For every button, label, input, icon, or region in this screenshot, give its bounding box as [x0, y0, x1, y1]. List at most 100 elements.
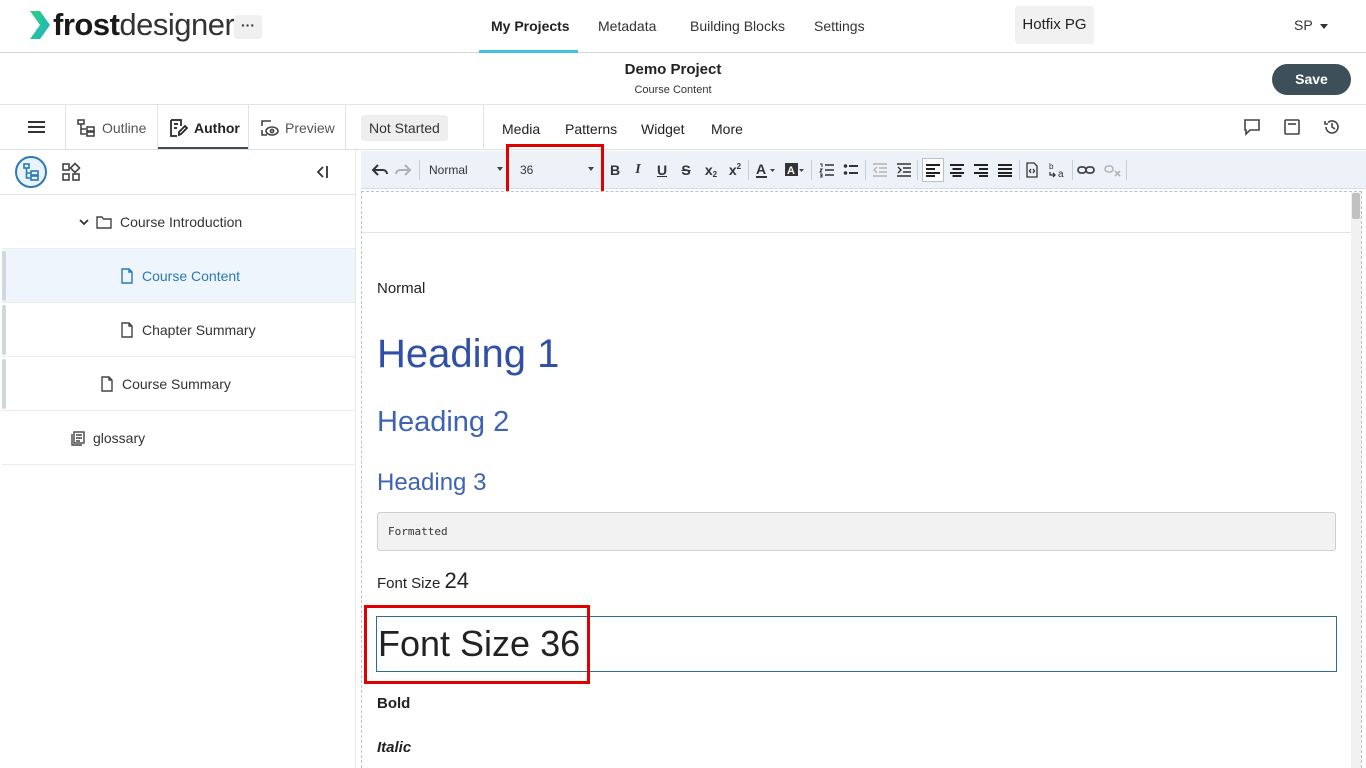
nav-my-projects[interactable]: My Projects	[479, 0, 582, 52]
preview-eye-icon	[261, 119, 279, 136]
background-color-button[interactable]: A	[783, 151, 807, 189]
redo-icon[interactable]	[394, 162, 412, 178]
caret-down-icon	[497, 167, 503, 171]
outdent-icon[interactable]	[872, 162, 888, 178]
collapse-sidebar-icon[interactable]	[314, 164, 330, 180]
formatted-block[interactable]: Formatted	[377, 512, 1336, 551]
tree-item-course-summary[interactable]: Course Summary	[2, 357, 355, 411]
svg-text:b: b	[1049, 162, 1054, 171]
heading-3[interactable]: Heading 3	[377, 468, 486, 498]
underline-button[interactable]: U	[654, 151, 670, 189]
tab-preview[interactable]: Preview	[259, 105, 335, 150]
align-justify-icon[interactable]	[998, 163, 1012, 177]
outline-sidebar: Course Introduction Course Content Chapt…	[0, 150, 356, 768]
tree-item-course-introduction[interactable]: Course Introduction	[2, 195, 355, 249]
font-size-24-value: 24	[444, 568, 470, 593]
nav-metadata[interactable]: Metadata	[586, 0, 668, 52]
align-center-icon[interactable]	[950, 163, 964, 177]
tab-author-label: Author	[194, 119, 240, 136]
sidebar-toolbar	[0, 150, 356, 195]
tab-preview-label: Preview	[285, 119, 335, 136]
heading-1[interactable]: Heading 1	[377, 330, 559, 378]
nav-building-blocks[interactable]: Building Blocks	[678, 0, 797, 52]
align-left-icon	[926, 164, 940, 177]
logo-text-bold: frost	[53, 7, 120, 42]
text-color-icon: A	[756, 161, 775, 178]
strikethrough-button[interactable]: S	[678, 151, 694, 189]
menu-media[interactable]: Media	[502, 121, 540, 137]
status-badge[interactable]: Not Started	[361, 115, 448, 141]
frost-designer-logo[interactable]: frostdesigner	[28, 7, 235, 42]
tree-item-glossary[interactable]: glossary	[2, 411, 355, 465]
paragraph-format-select[interactable]: Normal	[429, 159, 505, 181]
menu-widget[interactable]: Widget	[641, 121, 685, 137]
heading-2[interactable]: Heading 2	[377, 405, 509, 439]
editor-scroll-thumb[interactable]	[1352, 193, 1360, 219]
tree-item-chapter-summary[interactable]: Chapter Summary	[2, 303, 355, 357]
tree-item-label: Course Summary	[122, 375, 231, 392]
save-button[interactable]: Save	[1272, 64, 1351, 95]
svg-text:a: a	[1058, 169, 1064, 179]
divider	[157, 105, 158, 150]
font-size-highlight	[506, 144, 604, 194]
history-icon[interactable]	[1323, 118, 1341, 136]
page-icon	[101, 375, 113, 392]
undo-icon[interactable]	[371, 162, 389, 178]
author-edit-icon	[170, 118, 188, 137]
paragraph-bold[interactable]: Bold	[377, 695, 410, 712]
caret-down-icon	[1319, 23, 1328, 29]
editor-header-divider	[362, 232, 1352, 233]
find-replace-icon[interactable]: ba	[1047, 161, 1067, 179]
italic-button[interactable]: I	[630, 151, 646, 189]
bold-button[interactable]: B	[607, 151, 623, 189]
page-icon	[121, 321, 133, 338]
tree-view-button[interactable]	[15, 156, 47, 188]
align-left-button[interactable]	[922, 158, 944, 182]
text-color-button[interactable]: A	[754, 151, 778, 189]
editor-scrollbar[interactable]	[1351, 192, 1361, 768]
chevron-down-icon[interactable]	[78, 216, 90, 228]
unlink-icon[interactable]	[1104, 163, 1122, 177]
organization-selector[interactable]: Hotfix PG	[1015, 6, 1094, 44]
paragraph-font-size-24[interactable]: Font Size 24	[377, 566, 469, 599]
menu-patterns[interactable]: Patterns	[565, 121, 617, 137]
link-icon[interactable]	[1077, 163, 1095, 177]
source-code-icon[interactable]	[1025, 162, 1039, 178]
tree-item-label: Chapter Summary	[142, 321, 256, 338]
project-title-bar: Demo Project Course Content	[0, 53, 1366, 105]
divider	[483, 105, 484, 150]
tab-author[interactable]: Author	[168, 105, 240, 150]
tree-item-course-content[interactable]: Course Content	[2, 249, 355, 303]
tree-item-label: Course Introduction	[120, 213, 243, 230]
folder-icon	[96, 215, 112, 229]
page-icon	[121, 267, 133, 284]
user-initials: SP	[1294, 17, 1313, 33]
hamburger-menu-icon[interactable]	[28, 121, 45, 134]
paragraph-italic[interactable]: Italic	[377, 739, 411, 756]
superscript-button[interactable]: x2	[726, 151, 744, 189]
outline-tree-icon	[77, 118, 95, 137]
blocks-grid-icon[interactable]	[61, 162, 81, 182]
panel-view-icon[interactable]	[1283, 118, 1301, 136]
ordered-list-icon[interactable]	[819, 162, 835, 178]
unordered-list-icon[interactable]	[843, 162, 859, 178]
divider	[248, 105, 249, 150]
paragraph-normal[interactable]: Normal	[377, 280, 425, 297]
tab-outline-label: Outline	[102, 119, 147, 136]
menu-more[interactable]: More	[711, 121, 743, 137]
app-more-button[interactable]: ···	[234, 15, 262, 39]
user-menu[interactable]: SP	[1294, 17, 1328, 33]
comment-icon[interactable]	[1243, 118, 1261, 136]
background-color-icon: A	[785, 163, 804, 177]
svg-text:A: A	[787, 165, 795, 177]
tab-outline[interactable]: Outline	[76, 105, 146, 150]
glossary-book-icon	[71, 430, 85, 446]
logo-chevron-icon	[30, 11, 50, 39]
indent-icon[interactable]	[896, 162, 912, 178]
nav-settings[interactable]: Settings	[802, 0, 877, 52]
divider	[345, 105, 346, 150]
align-right-icon[interactable]	[974, 163, 988, 177]
subscript-button[interactable]: x2	[702, 151, 720, 189]
logo-text-light: designer	[119, 7, 235, 42]
svg-text:A: A	[756, 161, 766, 177]
